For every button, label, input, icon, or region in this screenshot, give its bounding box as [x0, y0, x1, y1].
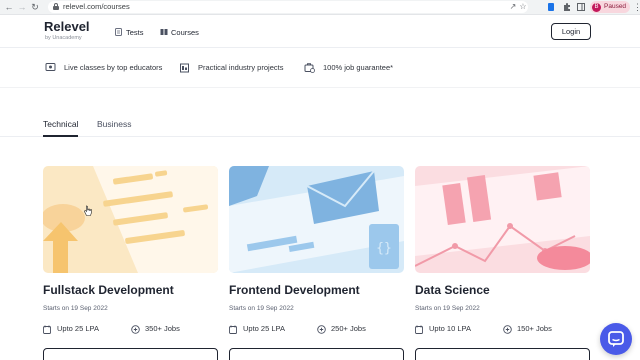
feature-label: 100% job guarantee*: [323, 63, 394, 72]
profile-button[interactable]: B Paused: [590, 1, 630, 13]
course-start-date: Starts on 19 Sep 2022: [43, 305, 108, 312]
jobs-info: 150+ Jobs: [503, 324, 552, 334]
more-menu-icon[interactable]: ⋮: [633, 1, 640, 13]
course-illustration: [43, 166, 218, 273]
live-class-icon: [45, 62, 56, 73]
puzzle-icon[interactable]: [562, 2, 572, 12]
login-button[interactable]: Login: [551, 23, 591, 40]
jobs-icon: [503, 324, 512, 334]
salary-icon: [415, 325, 424, 334]
tab-technical[interactable]: Technical: [43, 118, 78, 130]
nav-tests[interactable]: Tests: [115, 26, 144, 38]
feature-label: Live classes by top educators: [64, 63, 163, 72]
salary-info: Upto 25 LPA: [43, 324, 99, 334]
star-icon[interactable]: ☆: [518, 2, 528, 12]
course-title: Data Science: [415, 283, 490, 297]
course-start-date: Starts on 19 Sep 2022: [229, 305, 294, 312]
feature-live-classes: Live classes by top educators: [45, 62, 162, 73]
jobs-info: 250+ Jobs: [317, 324, 366, 334]
course-title: Fullstack Development: [43, 283, 174, 297]
jobs-info: 350+ Jobs: [131, 324, 180, 334]
course-illustration: {}: [229, 166, 404, 273]
book-icon: [160, 28, 168, 36]
job-guarantee-icon: [304, 62, 315, 73]
site-header: Relevel by Unacademy Tests Courses Login: [0, 15, 640, 48]
jobs-label: 350+ Jobs: [145, 324, 180, 333]
project-icon: [179, 62, 190, 73]
course-start-date: Starts on 19 Sep 2022: [415, 305, 480, 312]
jobs-icon: [317, 324, 326, 334]
salary-label: Upto 25 LPA: [243, 324, 285, 333]
salary-info: Upto 25 LPA: [229, 324, 285, 334]
category-tabs: Technical Business: [0, 112, 640, 137]
feature-job-guarantee: 100% job guarantee*: [304, 62, 393, 73]
share-icon[interactable]: ↗: [508, 2, 518, 12]
course-illustration: [415, 166, 590, 273]
course-card-frontend[interactable]: {} Frontend Development Starts on 19 Sep…: [229, 166, 404, 360]
arrow-right-icon[interactable]: →: [16, 1, 28, 13]
lock-icon: [53, 3, 59, 10]
salary-info: Upto 10 LPA: [415, 324, 471, 334]
avatar: B: [592, 2, 601, 12]
feature-projects: Practical industry projects: [179, 62, 283, 73]
hand-cursor-icon: [84, 204, 92, 216]
course-card-fullstack[interactable]: Fullstack Development Starts on 19 Sep 2…: [43, 166, 218, 360]
logo-subtitle: by Unacademy: [45, 35, 82, 41]
extension-icon[interactable]: [546, 2, 556, 12]
site-logo[interactable]: Relevel: [44, 20, 90, 34]
view-details-button[interactable]: [415, 348, 590, 360]
profile-status: Paused: [604, 3, 627, 10]
nav-tests-label: Tests: [126, 27, 144, 37]
chat-support-button[interactable]: [600, 323, 632, 355]
nav-courses[interactable]: Courses: [160, 26, 199, 38]
nav-courses-label: Courses: [171, 27, 199, 37]
sidepanel-icon[interactable]: [576, 2, 586, 12]
browser-toolbar: ← → ↻ relevel.com/courses ↗ ☆ B Paused ⋮: [0, 0, 640, 15]
feature-label: Practical industry projects: [198, 63, 284, 72]
jobs-label: 150+ Jobs: [517, 324, 552, 333]
course-title: Frontend Development: [229, 283, 360, 297]
chat-icon: [608, 331, 624, 347]
jobs-label: 250+ Jobs: [331, 324, 366, 333]
course-card-data-science[interactable]: Data Science Starts on 19 Sep 2022 Upto …: [415, 166, 590, 360]
url-text: relevel.com/courses: [63, 2, 130, 11]
document-icon: [115, 28, 122, 36]
view-details-button[interactable]: [43, 348, 218, 360]
features-strip: Live classes by top educators Practical …: [0, 48, 640, 88]
arrow-left-icon[interactable]: ←: [3, 1, 15, 13]
tab-business[interactable]: Business: [97, 118, 132, 130]
svg-text:{}: {}: [376, 241, 392, 256]
jobs-icon: [131, 324, 140, 334]
salary-label: Upto 10 LPA: [429, 324, 471, 333]
salary-icon: [43, 325, 52, 334]
salary-label: Upto 25 LPA: [57, 324, 99, 333]
view-details-button[interactable]: [229, 348, 404, 360]
reload-icon[interactable]: ↻: [29, 1, 41, 13]
active-tab-indicator: [43, 135, 78, 137]
address-bar[interactable]: relevel.com/courses ↗ ☆: [48, 1, 528, 13]
salary-icon: [229, 325, 238, 334]
